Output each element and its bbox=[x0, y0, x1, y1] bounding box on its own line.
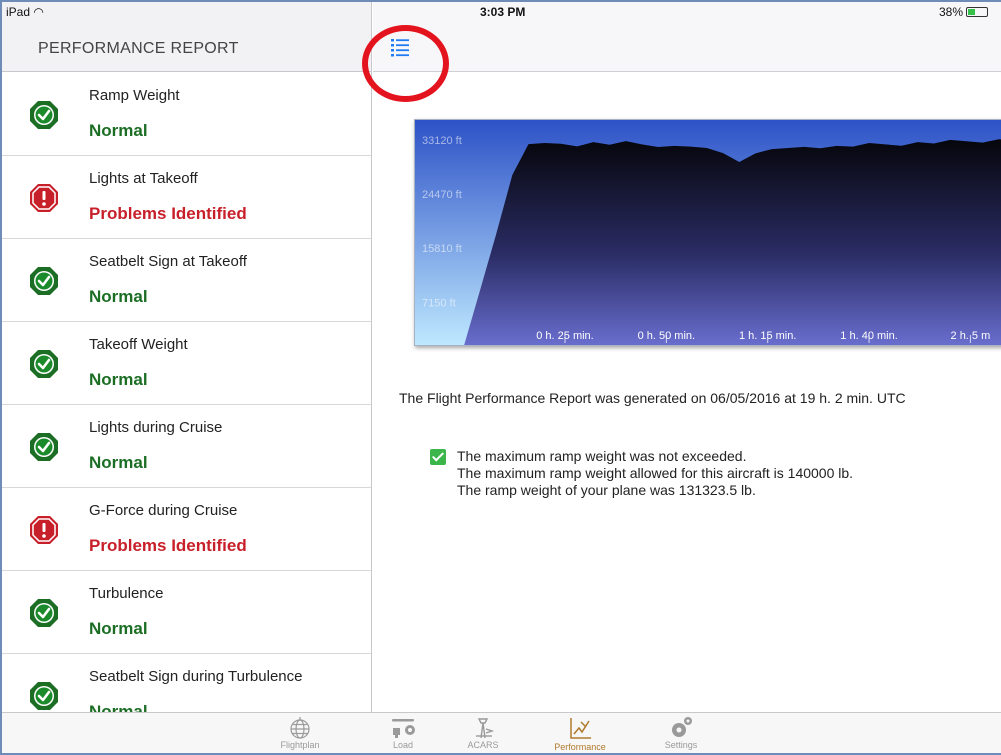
report-item-label: Seatbelt Sign during Turbulence bbox=[89, 668, 303, 685]
cargo-loader-icon bbox=[392, 719, 415, 738]
tab-flightplan[interactable]: Flightplan bbox=[260, 713, 340, 753]
carrier-text: iPad bbox=[6, 5, 31, 19]
tab-settings[interactable]: Settings bbox=[641, 713, 721, 753]
report-item-label: Lights at Takeoff bbox=[89, 170, 198, 187]
check-badge-icon bbox=[30, 682, 58, 710]
ramp-weight-line: The maximum ramp weight was not exceeded… bbox=[457, 448, 747, 464]
report-item[interactable]: Ramp Weight Normal bbox=[2, 73, 371, 156]
report-list: Ramp Weight Normal Lights at Takeoff Proble… bbox=[2, 73, 371, 737]
check-icon bbox=[430, 449, 446, 465]
performance-chart-icon bbox=[570, 718, 591, 739]
tab-performance[interactable]: Performance bbox=[540, 713, 620, 753]
generated-text: The Flight Performance Report was genera… bbox=[399, 390, 906, 406]
tab-label: Performance bbox=[554, 742, 606, 752]
app-frame: PERFORMANCE REPORT Ramp Weight Normal Ligh… bbox=[0, 0, 1001, 755]
x-tick-label: 1 h. 40 min. bbox=[840, 330, 897, 342]
y-tick-label: 7150 ft bbox=[422, 297, 456, 309]
report-item-label: Seatbelt Sign at Takeoff bbox=[89, 253, 247, 270]
tab-label: Flightplan bbox=[280, 740, 320, 750]
report-item-status: Normal bbox=[89, 121, 148, 140]
check-badge-icon bbox=[30, 267, 58, 295]
carrier-label: iPad ◠ bbox=[6, 5, 44, 19]
check-badge-icon bbox=[30, 433, 58, 461]
sidebar: PERFORMANCE REPORT Ramp Weight Normal Ligh… bbox=[2, 2, 372, 721]
battery-icon bbox=[966, 7, 989, 17]
tab-bar: Flightplan Load ACARS Performance Settin… bbox=[2, 712, 1001, 753]
x-tick-label: 1 h. 15 min. bbox=[739, 330, 796, 342]
clock: 3:03 PM bbox=[480, 5, 526, 19]
report-item[interactable]: Lights at Takeoff Problems Identified bbox=[2, 156, 371, 239]
check-badge-icon bbox=[30, 599, 58, 627]
warning-badge-icon bbox=[30, 184, 58, 212]
tab-label: Settings bbox=[664, 740, 698, 750]
report-item[interactable]: G-Force during Cruise Problems Identified bbox=[2, 488, 371, 571]
altitude-chart-svg: 33120 ft 24470 ft 15810 ft 7150 ft 0 h. 25 … bbox=[415, 120, 1001, 345]
y-tick-label: 24470 ft bbox=[422, 189, 462, 201]
report-item-label: Ramp Weight bbox=[89, 87, 180, 104]
altitude-area bbox=[464, 139, 1001, 345]
report-item[interactable]: Takeoff Weight Normal bbox=[2, 322, 371, 405]
y-tick-label: 33120 ft bbox=[422, 135, 462, 147]
gear-icon bbox=[672, 717, 692, 737]
tab-label: ACARS bbox=[467, 740, 499, 750]
sidebar-title: PERFORMANCE REPORT bbox=[38, 40, 239, 57]
wifi-icon: ◠ bbox=[33, 5, 44, 19]
report-item[interactable]: Seatbelt Sign at Takeoff Normal bbox=[2, 239, 371, 322]
list-toggle-button[interactable] bbox=[385, 34, 415, 60]
x-tick-label: 0 h. 25 min. bbox=[536, 330, 593, 342]
y-tick-label: 15810 ft bbox=[422, 243, 462, 255]
report-item-status: Normal bbox=[89, 370, 148, 389]
report-item-status: Normal bbox=[89, 287, 148, 306]
report-item[interactable]: Turbulence Normal bbox=[2, 571, 371, 654]
report-item-status: Problems Identified bbox=[89, 204, 247, 223]
ramp-weight-details: The maximum ramp weight was not exceeded… bbox=[457, 448, 853, 499]
list-icon bbox=[391, 39, 409, 57]
battery-percent: 38% bbox=[939, 5, 964, 19]
check-badge-icon bbox=[30, 350, 58, 378]
report-item-status: Problems Identified bbox=[89, 536, 247, 555]
ramp-weight-line: The ramp weight of your plane was 131323… bbox=[457, 482, 756, 498]
warning-badge-icon bbox=[30, 516, 58, 544]
tab-load[interactable]: Load bbox=[363, 713, 443, 753]
ramp-weight-line: The maximum ramp weight allowed for this… bbox=[457, 465, 854, 481]
report-item-status: Normal bbox=[89, 619, 148, 638]
main-panel: 33120 ft 24470 ft 15810 ft 7150 ft 0 h. 25 … bbox=[362, 2, 1001, 712]
report-item-label: Turbulence bbox=[89, 585, 164, 602]
status-bar: iPad ◠ 3:03 PM 38% bbox=[2, 2, 1001, 22]
report-item-label: G-Force during Cruise bbox=[89, 502, 238, 519]
battery-indicator: 38% bbox=[939, 5, 989, 19]
report-item[interactable]: Lights during Cruise Normal bbox=[2, 405, 371, 488]
tab-acars[interactable]: ACARS bbox=[443, 713, 523, 753]
x-tick-label: 2 h. 5 m bbox=[951, 330, 991, 342]
globe-icon bbox=[290, 717, 310, 739]
report-item-label: Lights during Cruise bbox=[89, 419, 223, 436]
x-tick-label: 0 h. 50 min. bbox=[638, 330, 695, 342]
report-item-status: Normal bbox=[89, 453, 148, 472]
acars-tower-icon bbox=[476, 718, 495, 739]
report-item-label: Takeoff Weight bbox=[89, 336, 188, 353]
tab-label: Load bbox=[392, 740, 414, 750]
check-badge-icon bbox=[30, 101, 58, 129]
altitude-chart: 33120 ft 24470 ft 15810 ft 7150 ft 0 h. 25 … bbox=[414, 119, 1001, 346]
